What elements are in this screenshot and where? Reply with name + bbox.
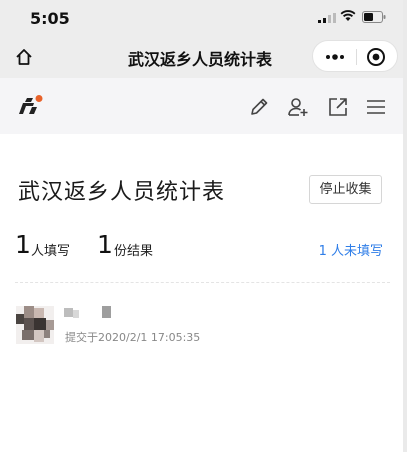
status-time: 5:05 [30,9,70,28]
submit-time: 提交于2020/2/1 17:05:35 [65,331,201,344]
share-icon[interactable] [327,96,349,118]
battery-icon [362,11,386,23]
capsule-menu [312,40,398,72]
response-stats: 1 人填写 1 份结果 1 人未填写 [15,230,395,260]
signal-icon [318,13,336,23]
logo-icon [19,95,43,114]
add-user-icon[interactable] [287,96,309,118]
capsule-divider [356,49,357,65]
more-dots-icon[interactable] [323,49,347,65]
list-item[interactable]: 提交于2020/2/1 17:05:35 [0,296,407,356]
form-title: 武汉返乡人员统计表 [18,180,226,205]
wifi-icon [340,10,356,21]
home-icon[interactable] [14,47,34,67]
nav-bar: 武汉返乡人员统计表 [0,34,407,78]
menu-icon[interactable] [365,96,387,118]
screen-edge [403,0,407,452]
divider [15,282,390,283]
result-count: 1 [97,230,113,259]
close-mini-icon[interactable] [366,47,386,67]
app-toolbar [0,78,407,134]
avatar [16,306,54,344]
filled-label: 人填写 [31,244,71,259]
status-bar: 5:05 [0,0,407,34]
result-label: 份结果 [114,244,154,259]
respondent-name [64,306,111,318]
unfilled-link[interactable]: 1 人未填写 [319,240,383,259]
stop-collecting-button[interactable]: 停止收集 [309,175,382,204]
filled-count: 1 [15,230,31,259]
edit-icon[interactable] [248,96,270,118]
nav-title: 武汉返乡人员统计表 [127,50,272,69]
